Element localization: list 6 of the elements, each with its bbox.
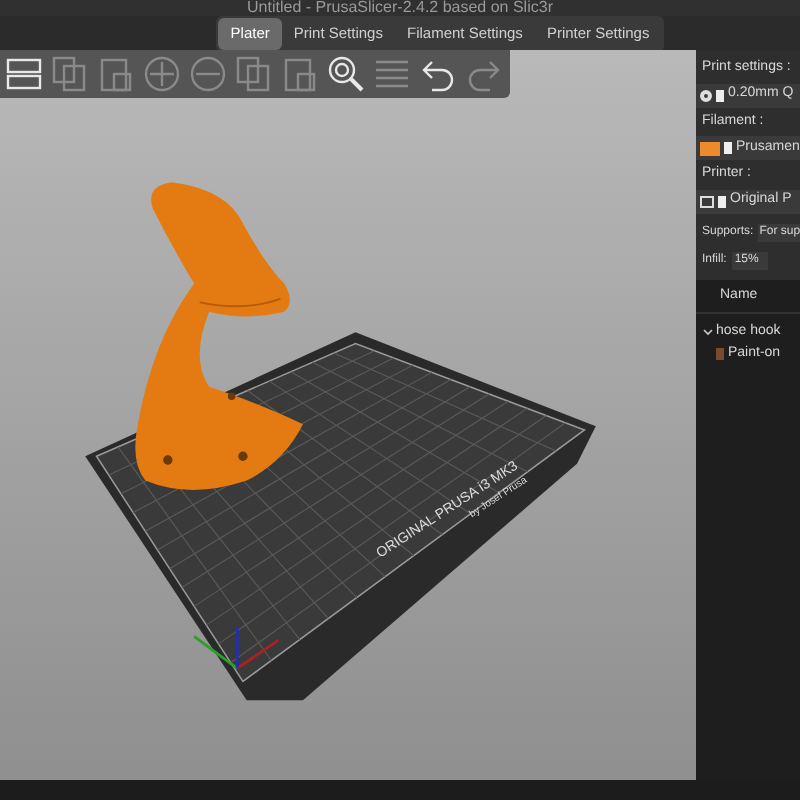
axes-drawing [193,627,280,670]
chevron-icon[interactable] [702,326,714,339]
window-title: Untitled - PrusaSlicer-2.4.2 based on Slic3r [247,0,553,16]
grid-icon[interactable] [4,54,44,94]
printer-icon [700,195,714,207]
search-icon[interactable] [326,54,366,94]
